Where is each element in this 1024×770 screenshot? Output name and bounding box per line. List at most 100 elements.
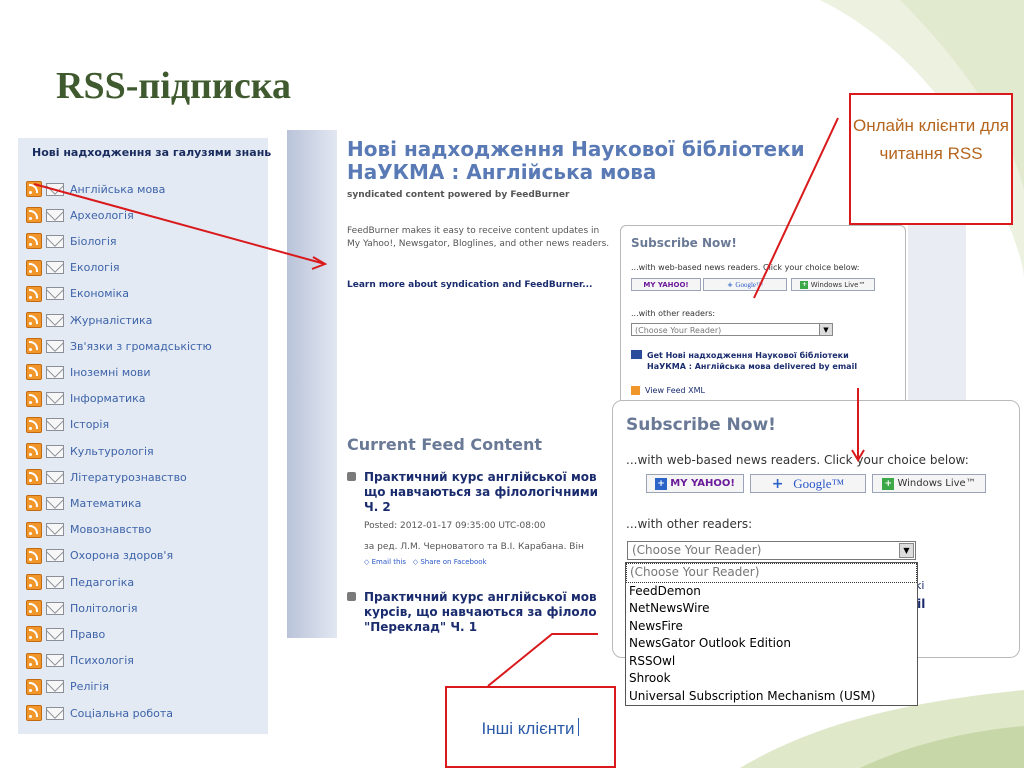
rss-icon[interactable] (26, 312, 42, 328)
google-button[interactable]: + Google™ (750, 474, 866, 493)
category-item[interactable]: Економіка (26, 285, 129, 303)
category-item[interactable]: Екологія (26, 259, 120, 277)
reader-option[interactable]: NewsFire (626, 618, 917, 636)
rss-icon[interactable] (26, 652, 42, 669)
email-icon[interactable] (46, 208, 64, 222)
email-icon[interactable] (46, 182, 64, 196)
rss-icon[interactable] (26, 207, 42, 224)
email-icon[interactable] (46, 392, 64, 406)
rss-icon[interactable] (26, 678, 42, 695)
rss-icon[interactable] (26, 600, 42, 617)
rss-icon[interactable] (26, 416, 42, 433)
category-item[interactable]: Соціальна робота (26, 704, 173, 722)
my-yahoo-button[interactable]: MY YAHOO! (631, 278, 701, 291)
rss-icon[interactable] (26, 443, 42, 459)
learn-more-link[interactable]: Learn more about syndication and FeedBur… (347, 280, 592, 290)
rss-icon[interactable] (26, 469, 42, 486)
post-title-link[interactable]: Практичний курс англійської мов що навча… (364, 470, 604, 515)
reader-select-zoom[interactable]: (Choose Your Reader) ▼ (627, 541, 916, 560)
category-label[interactable]: Політологія (70, 602, 137, 615)
email-icon[interactable] (46, 418, 64, 432)
category-item[interactable]: Журналістика (26, 311, 152, 329)
rss-icon[interactable] (26, 626, 42, 643)
rss-icon[interactable] (26, 233, 42, 250)
category-label[interactable]: Біологія (70, 235, 117, 248)
category-label[interactable]: Літературознавство (70, 471, 187, 484)
rss-icon[interactable] (26, 574, 42, 590)
category-item[interactable]: Літературознавство (26, 468, 187, 486)
email-icon[interactable] (46, 706, 64, 720)
email-icon[interactable] (46, 627, 64, 641)
category-label[interactable]: Соціальна робота (70, 707, 173, 720)
category-item[interactable]: Іноземні мови (26, 363, 151, 381)
rss-icon[interactable] (26, 390, 42, 407)
category-item[interactable]: Зв'язки з громадськістю (26, 337, 212, 355)
category-label[interactable]: Археологія (70, 209, 134, 222)
category-label[interactable]: Англійська мова (70, 183, 165, 196)
category-label[interactable]: Економіка (70, 287, 129, 300)
category-label[interactable]: Екологія (70, 261, 120, 274)
share-facebook-link[interactable]: Share on Facebook (420, 558, 486, 566)
category-item[interactable]: Психологія (26, 652, 134, 670)
rss-icon[interactable] (26, 521, 42, 538)
rss-icon[interactable] (26, 364, 42, 381)
rss-icon[interactable] (26, 181, 42, 197)
email-icon[interactable] (46, 680, 64, 694)
reader-option[interactable]: Shrook (626, 670, 917, 688)
reader-option[interactable]: RSSOwl (626, 653, 917, 671)
category-item[interactable]: Археологія (26, 206, 134, 224)
category-item[interactable]: Математика (26, 494, 141, 512)
windows-live-button[interactable]: + Windows Live™ (872, 474, 986, 493)
reader-select[interactable]: (Choose Your Reader) ▼ (631, 323, 833, 336)
reader-option[interactable]: Universal Subscription Mechanism (USM) (626, 688, 917, 706)
rss-icon[interactable] (26, 285, 42, 302)
windows-live-button[interactable]: + Windows Live™ (791, 278, 875, 291)
reader-option[interactable]: FeedDemon (626, 583, 917, 601)
email-icon[interactable] (46, 654, 64, 668)
rss-icon[interactable] (26, 547, 42, 564)
email-icon[interactable] (46, 365, 64, 379)
email-icon[interactable] (46, 601, 64, 615)
category-item[interactable]: Охорона здоров'я (26, 547, 173, 565)
category-item[interactable]: Релігія (26, 678, 109, 696)
category-label[interactable]: Історія (70, 418, 109, 431)
email-icon[interactable] (46, 261, 64, 275)
category-label[interactable]: Релігія (70, 680, 109, 693)
category-item[interactable]: Культурологія (26, 442, 154, 460)
email-icon[interactable] (46, 287, 64, 301)
email-icon[interactable] (46, 444, 64, 458)
category-label[interactable]: Журналістика (70, 314, 152, 327)
email-icon[interactable] (46, 234, 64, 248)
email-icon[interactable] (46, 313, 64, 327)
category-item[interactable]: Мовознавство (26, 521, 151, 539)
email-subscribe-link[interactable]: Get Нові надходження Наукової бібліотеки… (647, 350, 877, 372)
category-label[interactable]: Право (70, 628, 105, 641)
category-label[interactable]: Інформатика (70, 392, 146, 405)
rss-icon[interactable] (26, 259, 42, 276)
rss-icon[interactable] (26, 338, 42, 355)
category-label[interactable]: Зв'язки з громадськістю (70, 340, 212, 353)
view-feed-xml-link[interactable]: View Feed XML (645, 386, 705, 395)
rss-icon[interactable] (26, 495, 42, 512)
category-label[interactable]: Охорона здоров'я (70, 549, 173, 562)
rss-icon[interactable] (26, 705, 42, 721)
email-icon[interactable] (46, 470, 64, 484)
email-icon[interactable] (46, 575, 64, 589)
google-button[interactable]: + Google™ (703, 278, 787, 291)
category-label[interactable]: Мовознавство (70, 523, 151, 536)
category-label[interactable]: Психологія (70, 654, 134, 667)
category-item[interactable]: Право (26, 625, 105, 643)
category-item[interactable]: Інформатика (26, 390, 146, 408)
category-label[interactable]: Педагогіка (70, 576, 134, 589)
category-item[interactable]: Історія (26, 416, 109, 434)
my-yahoo-button[interactable]: + MY YAHOO! (646, 474, 744, 493)
category-label[interactable]: Математика (70, 497, 141, 510)
category-item[interactable]: Англійська мова (26, 180, 165, 198)
email-this-link[interactable]: Email this (372, 558, 406, 566)
reader-option[interactable]: (Choose Your Reader) (626, 563, 917, 583)
email-icon[interactable] (46, 496, 64, 510)
email-icon[interactable] (46, 523, 64, 537)
category-label[interactable]: Культурологія (70, 445, 154, 458)
email-icon[interactable] (46, 339, 64, 353)
category-label[interactable]: Іноземні мови (70, 366, 151, 379)
